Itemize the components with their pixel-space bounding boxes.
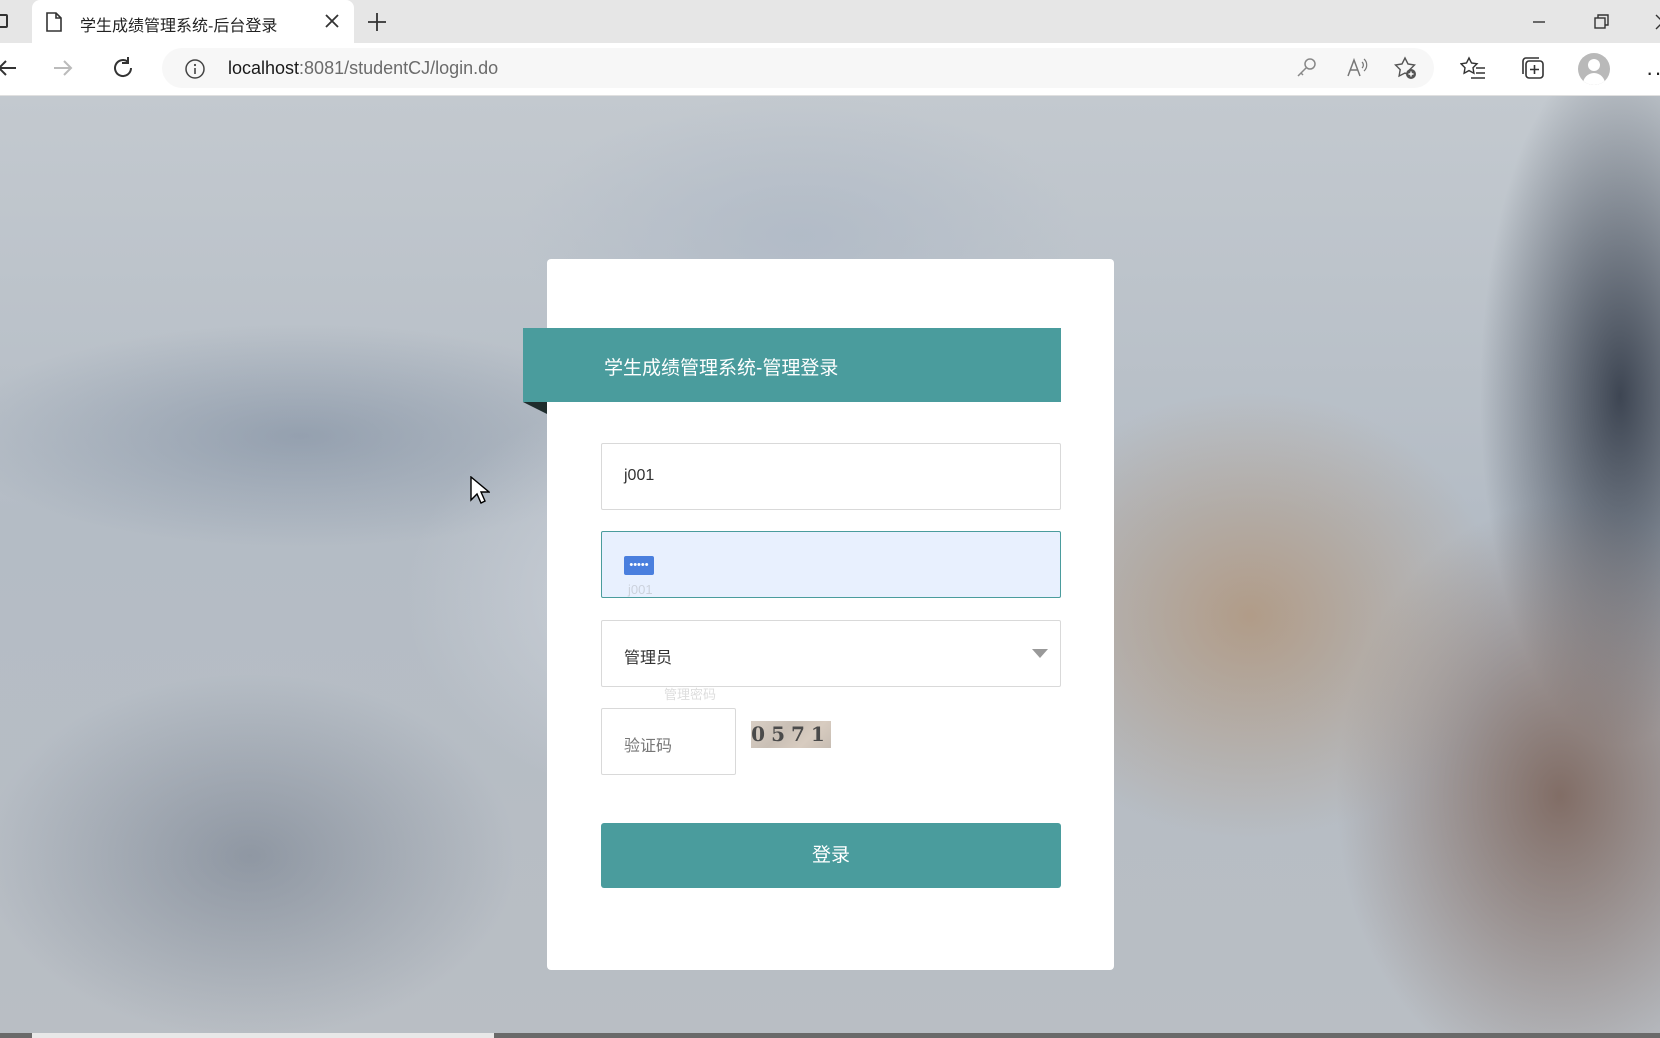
browser-toolbar: localhost:8081/studentCJ/login.do [0, 43, 1660, 96]
avatar-body-shape [1583, 73, 1605, 85]
profile-avatar[interactable] [1578, 53, 1610, 85]
captcha-image[interactable]: 0571 [751, 721, 831, 748]
close-window-icon[interactable] [1652, 11, 1660, 33]
username-value: j001 [624, 467, 655, 484]
restore-icon[interactable] [1590, 11, 1612, 33]
autofill-ghost-text: j001 [628, 582, 653, 597]
tab-bar: 学生成绩管理系统-后台登录 [0, 0, 1660, 43]
more-options-icon[interactable]: ··· [1646, 60, 1660, 86]
minimize-icon[interactable] [1528, 11, 1550, 33]
avatar-head-shape [1588, 59, 1600, 71]
new-tab-icon[interactable] [366, 11, 388, 33]
back-icon[interactable] [0, 55, 20, 81]
password-input[interactable]: ••••• j001 [601, 531, 1061, 598]
captcha-input[interactable]: 验证码 [601, 708, 736, 775]
favorites-icon[interactable] [1459, 55, 1486, 81]
role-select[interactable]: 管理员 [601, 620, 1061, 687]
password-selection: ••••• [624, 556, 654, 575]
username-input[interactable]: j001 [601, 443, 1061, 510]
active-tab[interactable]: 学生成绩管理系统-后台登录 [32, 0, 354, 43]
forward-icon[interactable] [50, 55, 76, 81]
tab-title: 学生成绩管理系统-后台登录 [80, 18, 278, 35]
bottom-edge-segment [32, 1033, 494, 1038]
tab-actions-icon[interactable] [0, 14, 8, 28]
chevron-down-icon [1032, 649, 1048, 658]
page-document-icon [46, 12, 62, 37]
address-bar[interactable]: localhost:8081/studentCJ/login.do [162, 48, 1434, 88]
banner-fold-shadow [523, 402, 547, 414]
autofill-ghost-text: 管理密码 [664, 687, 717, 702]
site-info-icon[interactable] [184, 58, 206, 85]
read-aloud-icon[interactable] [1345, 56, 1369, 80]
role-selected-value: 管理员 [624, 650, 673, 667]
close-tab-icon[interactable] [322, 11, 342, 31]
add-favorite-icon[interactable] [1393, 56, 1417, 80]
collections-icon[interactable] [1520, 55, 1546, 81]
captcha-placeholder: 验证码 [624, 738, 673, 755]
url-host: localhost [228, 58, 300, 78]
login-title: 学生成绩管理系统-管理登录 [604, 358, 839, 379]
login-button[interactable]: 登录 [601, 823, 1061, 888]
url-text[interactable]: localhost:8081/studentCJ/login.do [228, 58, 498, 79]
mouse-cursor-icon [470, 475, 491, 511]
url-path: :8081/studentCJ/login.do [299, 58, 499, 78]
refresh-icon[interactable] [110, 55, 136, 81]
key-icon[interactable] [1295, 56, 1319, 80]
bottom-edge [0, 1033, 1660, 1038]
